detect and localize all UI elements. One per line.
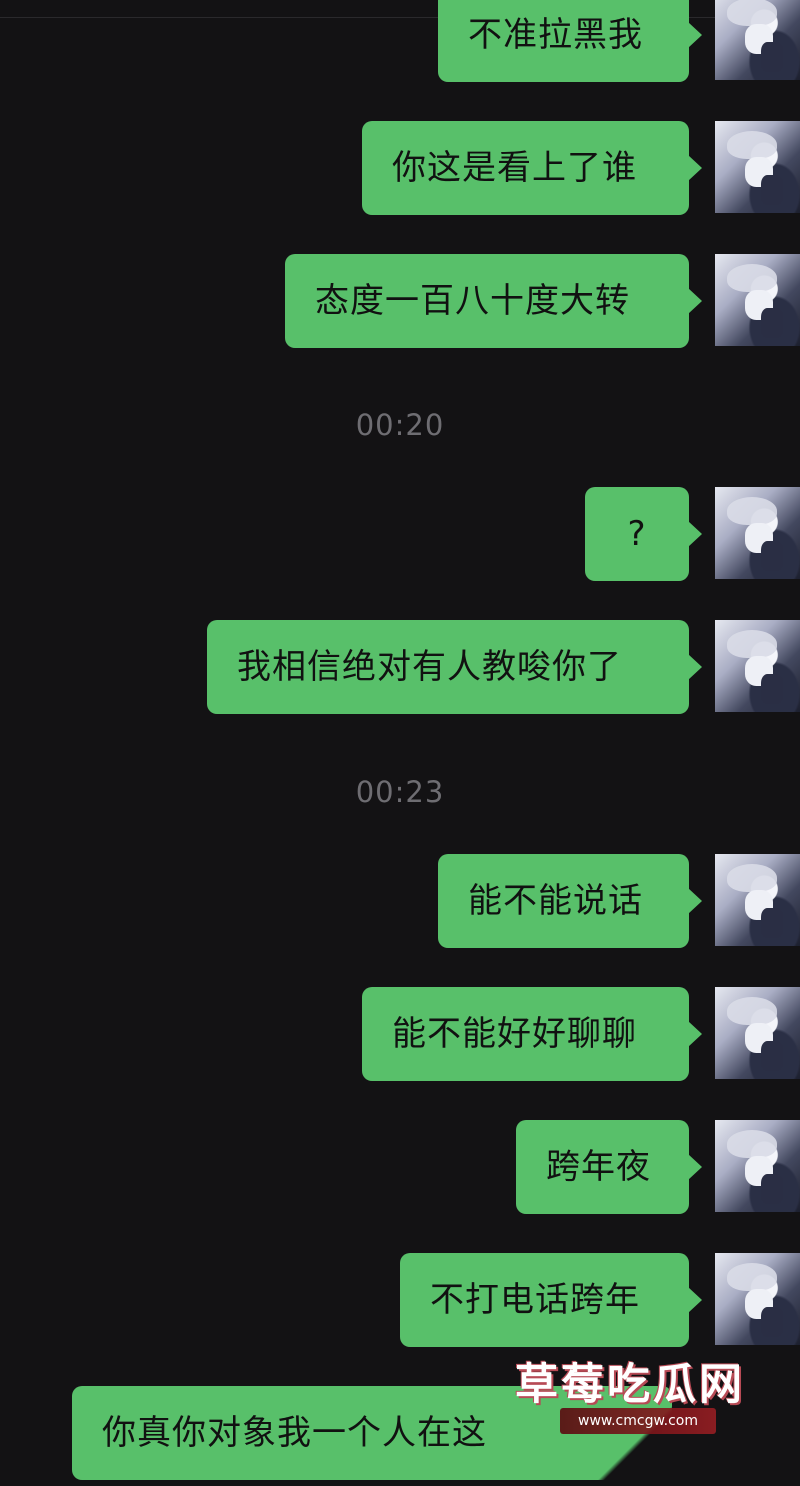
watermark-url: www.cmcgw.com <box>560 1408 716 1434</box>
message-bubble[interactable]: ? <box>585 487 702 581</box>
message-bubble[interactable]: 能不能说话 <box>438 854 702 948</box>
watermark-logo: 草莓吃瓜网 <box>515 1360 745 1410</box>
message-bubble[interactable]: 态度一百八十度大转 <box>285 254 702 348</box>
timestamp: 00:23 <box>355 775 445 809</box>
message-bubble[interactable]: 不准拉黑我 <box>438 0 702 82</box>
message-bubble[interactable]: 我相信绝对有人教唆你了 <box>207 620 702 714</box>
user-avatar-icon[interactable] <box>715 487 800 579</box>
user-avatar-icon[interactable] <box>715 0 800 80</box>
message-bubble[interactable]: 跨年夜 <box>516 1120 702 1214</box>
user-avatar-icon[interactable] <box>715 620 800 712</box>
user-avatar-icon[interactable] <box>715 987 800 1079</box>
message-bubble[interactable]: 能不能好好聊聊 <box>362 987 702 1081</box>
user-avatar-icon[interactable] <box>715 254 800 346</box>
message-bubble[interactable]: 你这是看上了谁 <box>362 121 702 215</box>
user-avatar-icon[interactable] <box>715 854 800 946</box>
user-avatar-icon[interactable] <box>715 1120 800 1212</box>
user-avatar-icon[interactable] <box>715 121 800 213</box>
user-avatar-icon[interactable] <box>715 1253 800 1345</box>
message-bubble[interactable]: 不打电话跨年 <box>400 1253 702 1347</box>
timestamp: 00:20 <box>355 408 445 442</box>
